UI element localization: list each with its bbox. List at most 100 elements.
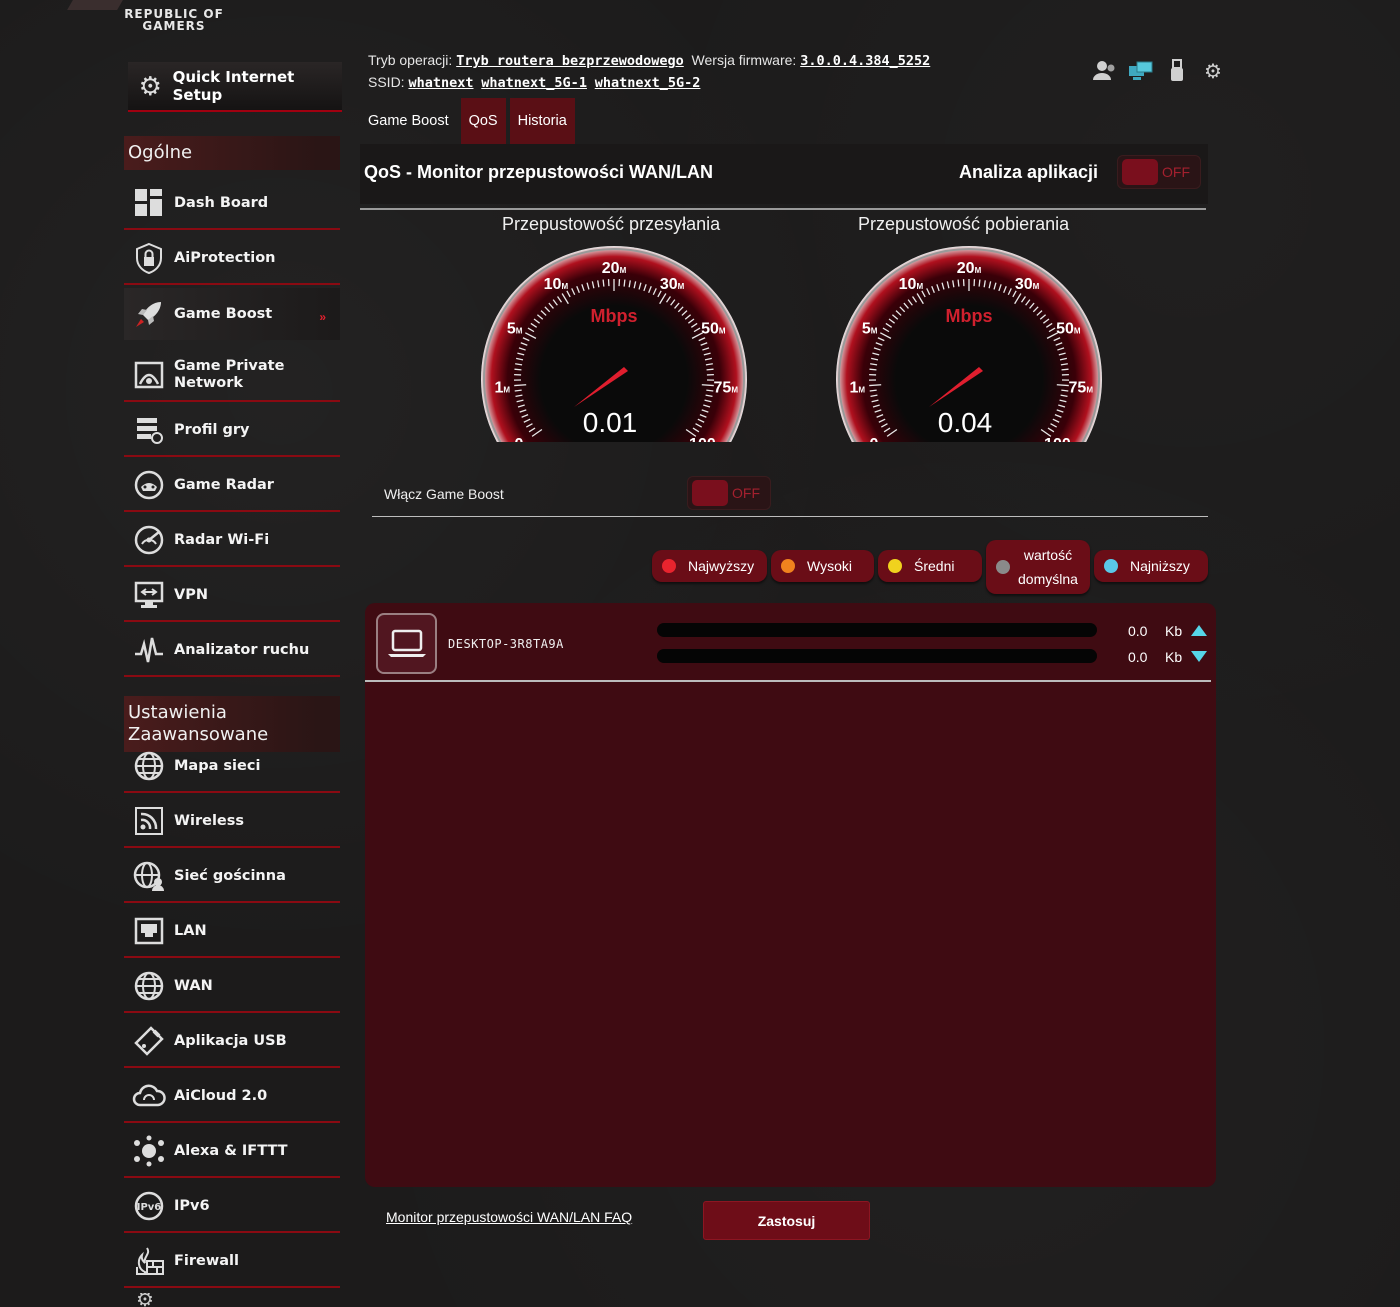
sidebar-item-aicloud[interactable]: AiCloud 2.0 [124,1071,340,1123]
divider [360,208,1206,210]
gauge-unit-label: Mbps [591,306,638,326]
gauge-unit-label: Mbps [946,306,993,326]
upload-bandwidth-bar [657,623,1097,637]
clients-icon[interactable] [1092,58,1118,84]
gauge-tick [602,279,605,287]
faq-link[interactable]: Monitor przepustowości WAN/LAN FAQ [386,1209,632,1225]
gauge-tick [869,389,877,392]
sidebar-item-aiprotection[interactable]: AiProtection [124,233,340,285]
gauge-tick [869,384,882,387]
toggle-knob [1122,159,1158,185]
svg-text:IPv6: IPv6 [137,1202,162,1213]
sidebar-item-vpn[interactable]: VPN [124,570,340,622]
apply-button[interactable]: Zastosuj [703,1201,870,1240]
quick-internet-setup-button[interactable]: ⚙ Quick Internet Setup [128,62,342,112]
priority-default-badge: wartość domyślna [986,540,1090,594]
rog-logo-text: REPUBLIC OF GAMERS [124,8,224,32]
app-analysis-toggle[interactable]: OFF [1117,155,1201,189]
device-priority-button[interactable] [376,613,437,674]
gauge-tick [1061,368,1069,371]
sidebar-item-dashboard[interactable]: Dash Board [124,178,340,230]
gauge-tick-unit: M [916,282,923,291]
gauge-tick [514,384,527,387]
sidebar-item-game-profile[interactable]: Profil gry [124,405,340,457]
sidebar-item-network-map[interactable]: Mapa sieci [124,741,340,793]
priority-high-badge: Wysoki [771,550,874,582]
sidebar-item-label: WAN [174,977,213,994]
sidebar-item-label: Wireless [174,812,245,829]
sidebar-item-ipv6[interactable]: IPv6 IPv6 [124,1181,340,1233]
priority-label: wartość domyślna [1018,543,1078,591]
chevron-right-icon: » [319,310,326,324]
upload-rate-unit: Kb [1165,623,1183,639]
sidebar-item-label: Game Private Network [174,358,285,391]
priority-highest-badge: Najwyższy [652,550,767,582]
app-analysis-label: Analiza aplikacji [959,162,1099,182]
sidebar-item-wifi-radar[interactable]: Radar Wi-Fi [124,515,340,567]
sidebar-item-wan[interactable]: WAN [124,961,340,1013]
private-network-icon [130,356,168,394]
priority-label-line-1: wartość [1023,547,1073,563]
sidebar-item-game-private-network[interactable]: Game Private Network [124,350,340,402]
upload-arrow-icon [1191,625,1207,636]
network-status-icon[interactable] [1128,58,1154,84]
gauge-tick [514,368,522,371]
wan-globe-icon [130,967,168,1005]
mode-link[interactable]: Tryb routera bezprzewodowego [456,53,684,69]
advanced-title-line-1: Ustawienia [128,702,227,723]
sidebar-item-label: Mapa sieci [174,757,261,774]
gauge-tick-unit: M [878,442,885,444]
gauge-tick [1061,389,1069,392]
gauge-tick-unit: M [523,442,530,444]
download-rate-unit: Kb [1165,649,1183,665]
shield-lock-icon [130,239,168,277]
sidebar-item-label: Game Boost [174,305,273,322]
ssid-link[interactable]: whatnext [408,75,473,91]
tab-qos[interactable]: QoS [460,98,506,144]
sidebar-item-wireless[interactable]: Wireless [124,796,340,848]
network-map-icon [130,747,168,785]
tab-historia[interactable]: Historia [509,98,575,144]
sidebar-item-guest-network[interactable]: Sieć gościnna [124,851,340,903]
sidebar-item-label: LAN [174,922,207,939]
ssid-link[interactable]: whatnext_5G-1 [481,75,587,91]
ssid-row: SSID: whatnext whatnext_5G-1 whatnext_5G… [368,72,930,94]
priority-dot [1104,559,1118,573]
upload-rate-value: 0.0 [1128,623,1148,639]
guest-network-icon [130,857,168,895]
priority-label: Najwyższy [688,558,755,574]
sidebar-item-game-boost[interactable]: Game Boost » [124,288,340,340]
toggle-state-label: OFF [1162,164,1190,180]
quick-setup-label: Quick Internet Setup [172,68,295,104]
ssid-link[interactable]: whatnext_5G-2 [595,75,701,91]
settings-gear-icon[interactable]: ⚙ [1200,58,1226,84]
sidebar-item-usb-app[interactable]: Aplikacja USB [124,1016,340,1068]
firmware-link[interactable]: 3.0.0.4.384_5252 [800,53,930,69]
gauge-tick [706,389,714,392]
upload-gauge-title: Przepustowość przesyłania [502,214,721,234]
sidebar-item-firewall[interactable]: Firewall [124,1236,340,1288]
logo-line-2: GAMERS [142,19,206,33]
rog-logo[interactable]: REPUBLIC OF GAMERS [67,0,250,40]
download-bandwidth-bar [657,649,1097,663]
tab-game-boost[interactable]: Game Boost [360,98,457,144]
sidebar-item-label: Dash Board [174,194,269,211]
game-boost-toggle[interactable]: OFF [687,476,771,510]
gauge-tick-unit: M [1074,326,1081,335]
download-speed-gauge: 0M1M5M10M20M30M50M75M100MMbps0.04 [836,246,1102,444]
gauge-tick [701,384,714,387]
sidebar-item-lan[interactable]: LAN [124,906,340,958]
sidebar-item-game-radar[interactable]: Game Radar [124,460,340,512]
alexa-icon [130,1132,168,1170]
gauge-tick-unit: M [731,385,738,394]
gauge-tick-unit: M [1033,282,1040,291]
page-title: QoS - Monitor przepustowości WAN/LAN [364,162,713,182]
sidebar-item-alexa-ifttt[interactable]: Alexa & IFTTT [124,1126,340,1178]
game-boost-enable-label: Włącz Game Boost [384,486,504,502]
game-profile-icon [130,411,168,449]
sidebar-item-label: Alexa & IFTTT [174,1142,288,1159]
usb-status-icon[interactable] [1164,58,1190,84]
priority-label: Wysoki [807,558,852,574]
priority-medium-badge: Średni [878,550,982,582]
sidebar-item-traffic-analyzer[interactable]: Analizator ruchu [124,625,340,677]
